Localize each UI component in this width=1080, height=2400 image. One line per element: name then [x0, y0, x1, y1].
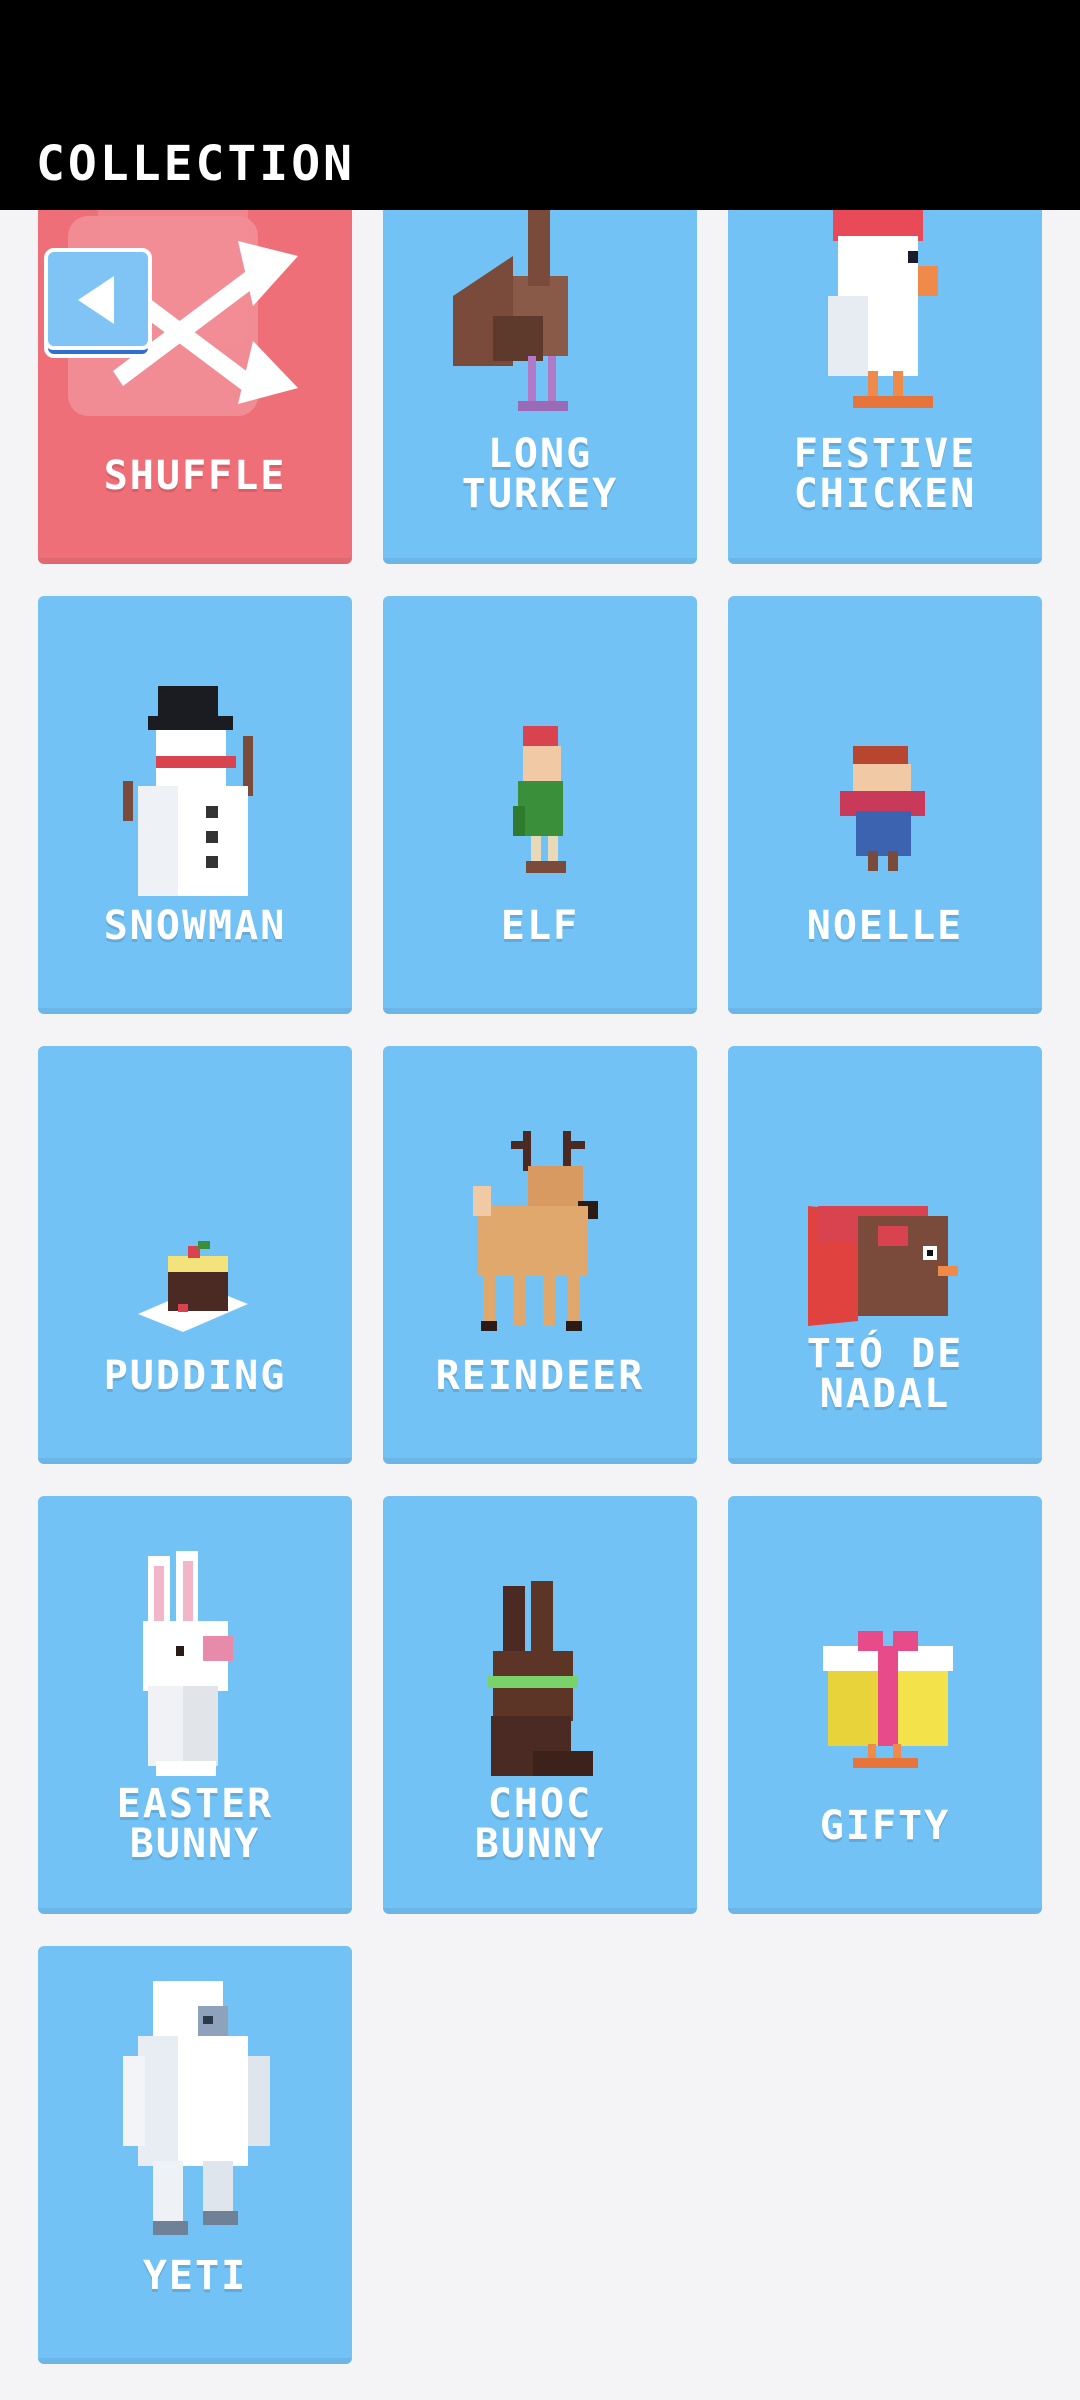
card-noelle[interactable]: NOELLE [728, 596, 1042, 1014]
card-label: SNOWMAN [103, 903, 287, 949]
card-label: ELF [500, 903, 580, 949]
card-snowman[interactable]: SNOWMAN [38, 596, 352, 1014]
noelle-icon [840, 746, 925, 871]
back-button[interactable] [44, 248, 152, 360]
easter-bunny-icon [143, 1551, 233, 1776]
card-label: LONG TURKEY [461, 431, 619, 517]
card-label: PUDDING [103, 1353, 287, 1399]
card-label: CHOC BUNNY [474, 1781, 606, 1867]
card-label: FESTIVE CHICKEN [793, 431, 977, 517]
card-label: REINDEER [435, 1353, 645, 1399]
card-label: NOELLE [806, 903, 964, 949]
reindeer-icon [473, 1131, 598, 1331]
card-label: SHUFFLE [103, 453, 287, 499]
character-grid: SHUFFLE LONG TURKEY FESTIVE CHICKEN SNOW… [0, 0, 1080, 2400]
card-elf[interactable]: ELF [383, 596, 697, 1014]
choc-bunny-icon [488, 1581, 593, 1776]
back-arrow-icon [78, 276, 114, 324]
card-gifty[interactable]: GIFTY [728, 1496, 1042, 1914]
card-tio-de-nadal[interactable]: TIÓ DE NADAL [728, 1046, 1042, 1464]
page-title: COLLECTION [36, 136, 355, 192]
card-label: EASTER BUNNY [116, 1781, 274, 1867]
pudding-icon [138, 1241, 248, 1332]
card-label: GIFTY [819, 1803, 951, 1849]
yeti-icon [123, 1981, 270, 2235]
card-reindeer[interactable]: REINDEER [383, 1046, 697, 1464]
card-label: TIÓ DE NADAL [806, 1331, 964, 1417]
card-label: YETI [142, 2253, 248, 2299]
tio-de-nadal-icon [808, 1206, 958, 1326]
card-choc-bunny[interactable]: CHOC BUNNY [383, 1496, 697, 1914]
header-bar: COLLECTION [0, 0, 1080, 210]
card-easter-bunny[interactable]: EASTER BUNNY [38, 1496, 352, 1914]
snowman-icon [123, 686, 253, 896]
card-pudding[interactable]: PUDDING [38, 1046, 352, 1464]
card-yeti[interactable]: YETI [38, 1946, 352, 2364]
gifty-icon [823, 1631, 953, 1768]
elf-icon [513, 726, 566, 873]
